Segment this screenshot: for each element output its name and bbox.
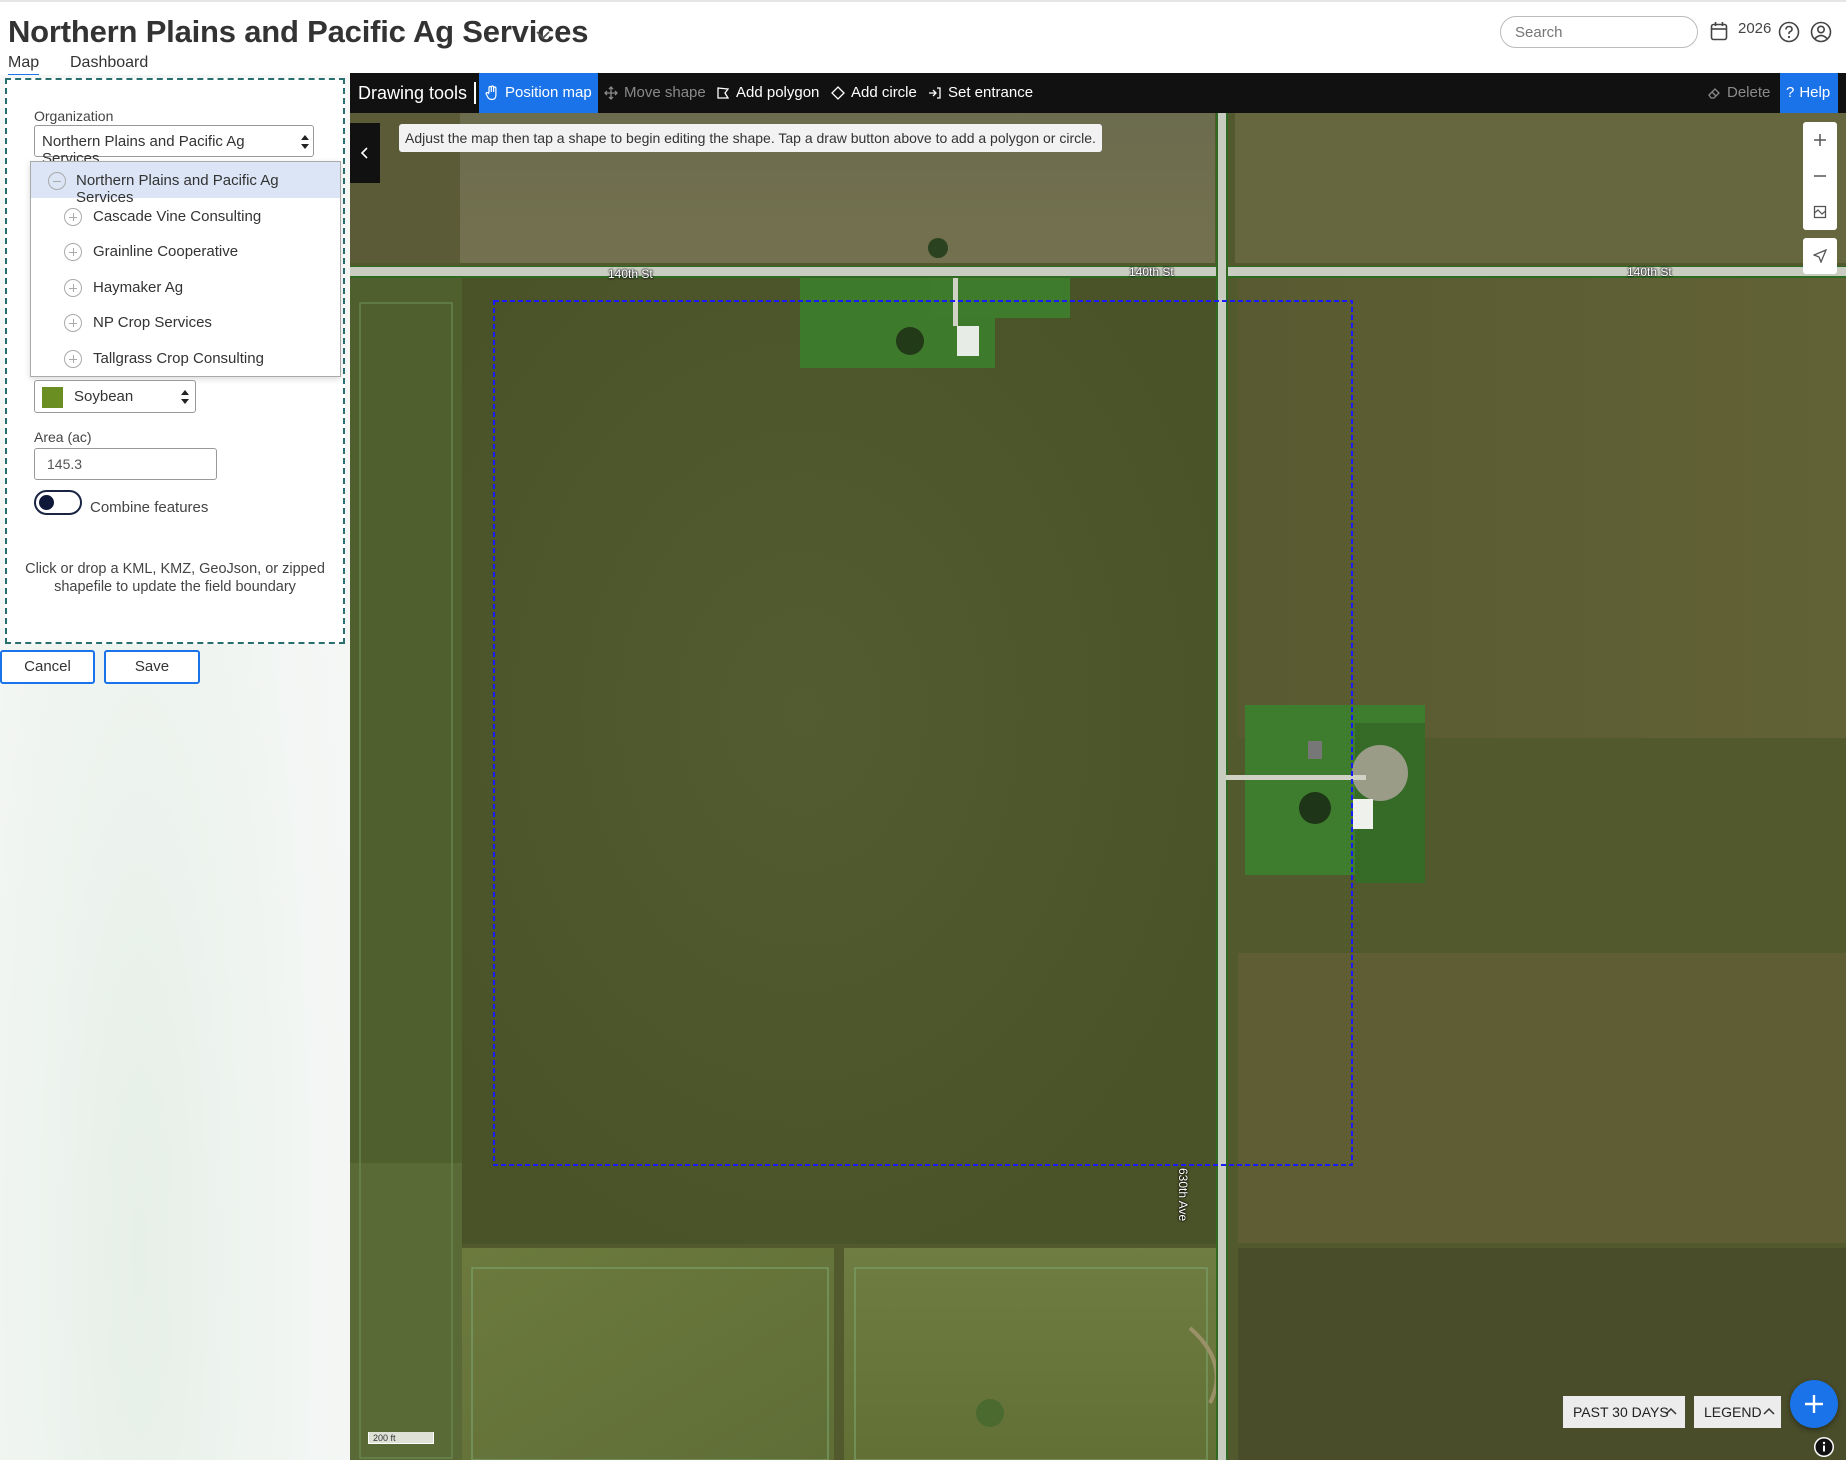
expand-circle-icon[interactable] (64, 314, 82, 332)
road-label: 630th Ave (1176, 1168, 1190, 1222)
add-polygon-button[interactable]: Add polygon (716, 73, 819, 113)
org-option-label: Cascade Vine Consulting (93, 208, 262, 225)
road-label: 140th St (608, 267, 653, 281)
map-layers-icon (1813, 205, 1827, 219)
org-option-label: Tallgrass Crop Consulting (93, 350, 264, 367)
plus-icon (1805, 1395, 1823, 1413)
area-input[interactable] (34, 448, 217, 480)
crop-select[interactable]: Soybean (34, 380, 196, 413)
expand-circle-icon[interactable] (64, 279, 82, 297)
position-map-button[interactable]: Position map (479, 73, 598, 113)
org-option[interactable]: Grainline Cooperative (31, 233, 340, 269)
road-label: 140th St (1627, 265, 1672, 279)
crop-select-value: Soybean (74, 388, 134, 405)
expand-circle-icon[interactable] (64, 350, 82, 368)
eraser-icon (1708, 88, 1720, 99)
plus-icon (1814, 134, 1826, 146)
zoom-controls (1803, 122, 1837, 230)
delete-label: Delete (1727, 84, 1771, 101)
cancel-button[interactable]: Cancel (0, 650, 95, 684)
legend-label: LEGEND (1704, 1404, 1762, 1420)
year-selector[interactable]: 2026 (1738, 20, 1771, 37)
entrance-icon (929, 87, 941, 99)
satellite-map[interactable]: 140th St 140th St 140th St 630th Ave 200… (350, 73, 1846, 1460)
help-label: Help (1799, 84, 1831, 101)
chevron-down-icon[interactable] (534, 28, 552, 42)
circle-draw-icon (831, 86, 845, 100)
move-shape-button[interactable]: Move shape (604, 73, 706, 113)
combine-features-toggle[interactable] (34, 490, 82, 515)
add-polygon-label: Add polygon (736, 84, 820, 101)
chevron-left-icon (360, 147, 368, 159)
collapse-panel-button[interactable] (350, 123, 380, 183)
org-option[interactable]: Northern Plains and Pacific Ag Services (31, 162, 340, 206)
help-button[interactable]: ? Help (1780, 73, 1838, 113)
organization-label: Organization (34, 108, 114, 124)
page-title[interactable]: Northern Plains and Pacific Ag Services (8, 14, 588, 50)
organization-select[interactable]: Northern Plains and Pacific Ag Services (34, 125, 314, 167)
add-fab-button[interactable] (1790, 1380, 1838, 1428)
location-arrow-icon (1813, 249, 1827, 263)
map-layers-button[interactable] (1803, 194, 1837, 230)
calendar-icon[interactable] (1710, 21, 1728, 41)
collapse-circle-icon[interactable] (48, 172, 66, 190)
org-option[interactable]: NP Crop Services (31, 304, 340, 340)
legend-button[interactable]: LEGEND (1694, 1396, 1781, 1428)
save-button[interactable]: Save (104, 650, 200, 684)
road-label: 140th St (1129, 265, 1174, 279)
org-option-label: NP Crop Services (93, 314, 212, 331)
expand-circle-icon[interactable] (64, 243, 82, 261)
question-icon: ? (1786, 84, 1795, 101)
info-icon (1815, 1438, 1833, 1456)
expand-circle-icon[interactable] (64, 208, 82, 226)
organization-dropdown: Northern Plains and Pacific Ag Services … (30, 161, 341, 377)
zoom-in-button[interactable] (1803, 122, 1837, 158)
add-circle-label: Add circle (851, 84, 917, 101)
tab-dashboard[interactable]: Dashboard (70, 54, 148, 72)
drawing-toolbar: Drawing tools Position map Move shape Ad… (350, 73, 1846, 113)
toggle-knob (39, 495, 54, 510)
area-label: Area (ac) (34, 429, 92, 445)
user-avatar-icon[interactable] (1810, 21, 1832, 43)
info-button[interactable] (1814, 1437, 1834, 1457)
org-option-label: Grainline Cooperative (93, 243, 239, 260)
upload-hint: Click or drop a KML, KMZ, GeoJson, or zi… (25, 561, 325, 595)
zoom-out-button[interactable] (1803, 158, 1837, 194)
combine-features-label: Combine features (90, 499, 209, 516)
chevron-up-icon (1763, 1407, 1775, 1415)
delete-button[interactable]: Delete (1707, 73, 1770, 113)
time-filter-button[interactable]: PAST 30 DAYS (1563, 1396, 1685, 1428)
set-entrance-button[interactable]: Set entrance (928, 73, 1033, 113)
set-entrance-label: Set entrance (948, 84, 1034, 101)
position-map-label: Position map (505, 84, 592, 101)
toolbar-title: Drawing tools (358, 83, 468, 103)
crop-color-swatch (42, 387, 63, 408)
polygon-icon (717, 87, 730, 99)
hand-icon (485, 85, 497, 101)
map-imagery (350, 73, 1846, 1460)
app-header: Northern Plains and Pacific Ag Services … (0, 0, 1846, 77)
select-arrows-icon (181, 390, 189, 404)
org-option[interactable]: Tallgrass Crop Consulting (31, 340, 340, 376)
add-circle-button[interactable]: Add circle (831, 73, 917, 113)
help-icon[interactable] (1778, 21, 1800, 43)
minus-icon (1814, 175, 1826, 177)
chevron-up-icon (1665, 1407, 1677, 1415)
map-scale-bar: 200 ft (368, 1432, 434, 1444)
toolbar-divider (474, 82, 476, 104)
org-option-label: Haymaker Ag (93, 279, 184, 296)
tab-map[interactable]: Map (8, 54, 40, 77)
move-shape-label: Move shape (624, 84, 706, 101)
search-input[interactable] (1500, 16, 1698, 48)
move-icon (604, 86, 618, 100)
select-arrows-icon (301, 135, 309, 149)
time-filter-label: PAST 30 DAYS (1573, 1404, 1669, 1420)
map-hint-tooltip: Adjust the map then tap a shape to begin… (399, 124, 1102, 152)
org-option[interactable]: Haymaker Ag (31, 269, 340, 305)
org-option[interactable]: Cascade Vine Consulting (31, 198, 340, 234)
locate-me-button[interactable] (1803, 238, 1837, 274)
